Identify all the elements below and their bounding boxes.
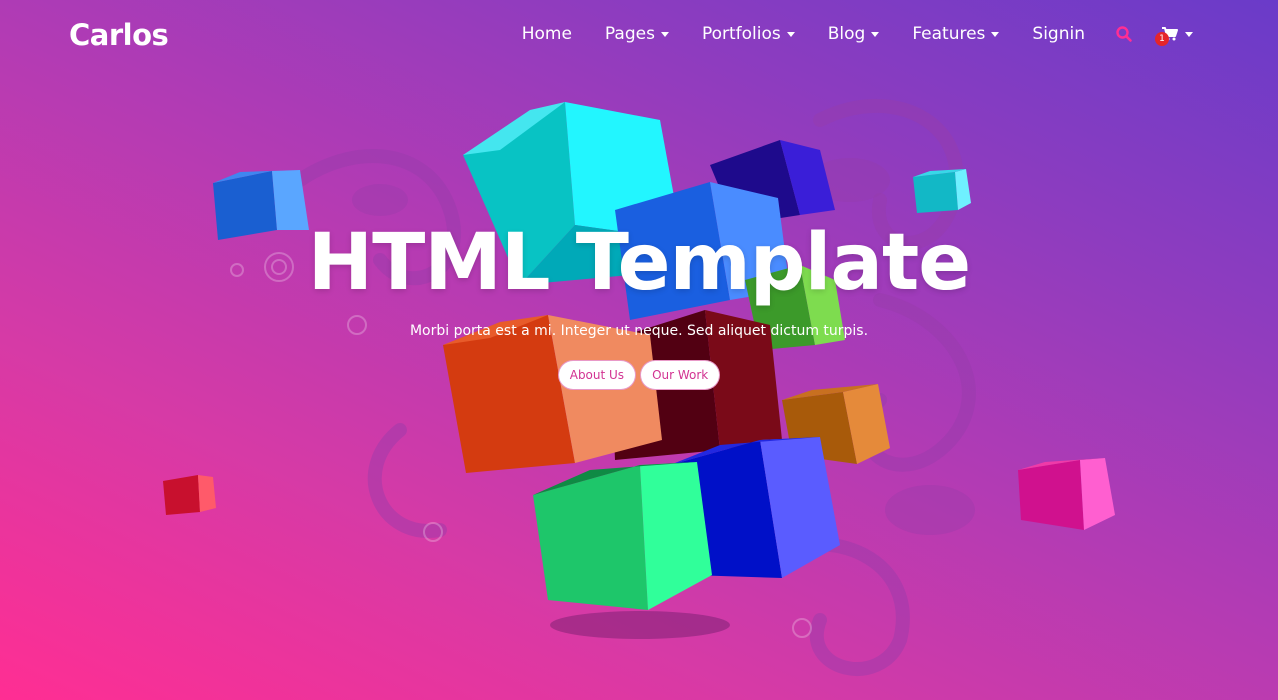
nav-item-label: Features [912, 24, 986, 44]
hero-subtitle: Morbi porta est a mi. Integer ut neque. … [409, 323, 869, 339]
nav-item-features[interactable]: Features [912, 24, 1000, 44]
caret-down-icon [991, 31, 1000, 37]
caret-down-icon [786, 31, 795, 37]
nav-item-label: Signin [1032, 24, 1085, 44]
nav-item-label: Portfolios [701, 24, 781, 44]
search-icon[interactable] [1115, 25, 1133, 43]
caret-down-icon [660, 31, 669, 37]
hero-cubes-illustration [163, 102, 1115, 610]
nav-item-portfolios[interactable]: Portfolios [702, 24, 795, 44]
caret-down-icon [871, 31, 880, 37]
caret-down-icon [1185, 31, 1193, 37]
nav-item-label: Pages [604, 24, 655, 44]
our-work-button[interactable]: Our Work [640, 360, 721, 390]
nav-item-signin[interactable]: Signin [1032, 24, 1085, 44]
about-us-button[interactable]: About Us [557, 360, 637, 390]
nav-item-label: Home [521, 24, 572, 44]
nav-item-label: Blog [827, 24, 866, 44]
hero-buttons: About Us Our Work [0, 360, 1278, 390]
cube-teal-small [913, 169, 971, 213]
top-navbar: Carlos Home Pages Portfolios Blog Featur… [0, 0, 1278, 72]
nav-item-pages[interactable]: Pages [605, 24, 669, 44]
main-menu: Home Pages Portfolios Blog Features Sign… [489, 24, 1193, 46]
brand-logo[interactable]: Carlos [69, 18, 169, 52]
nav-item-blog[interactable]: Blog [828, 24, 880, 44]
cart-button[interactable]: 1 [1155, 26, 1193, 46]
cube-magenta [1018, 458, 1115, 530]
cart-count-badge: 1 [1155, 32, 1169, 46]
hero-title: HTML Template [307, 218, 971, 308]
cube-green-bottom [533, 462, 712, 610]
cube-red-small [163, 475, 216, 515]
nav-item-home[interactable]: Home [522, 24, 572, 44]
